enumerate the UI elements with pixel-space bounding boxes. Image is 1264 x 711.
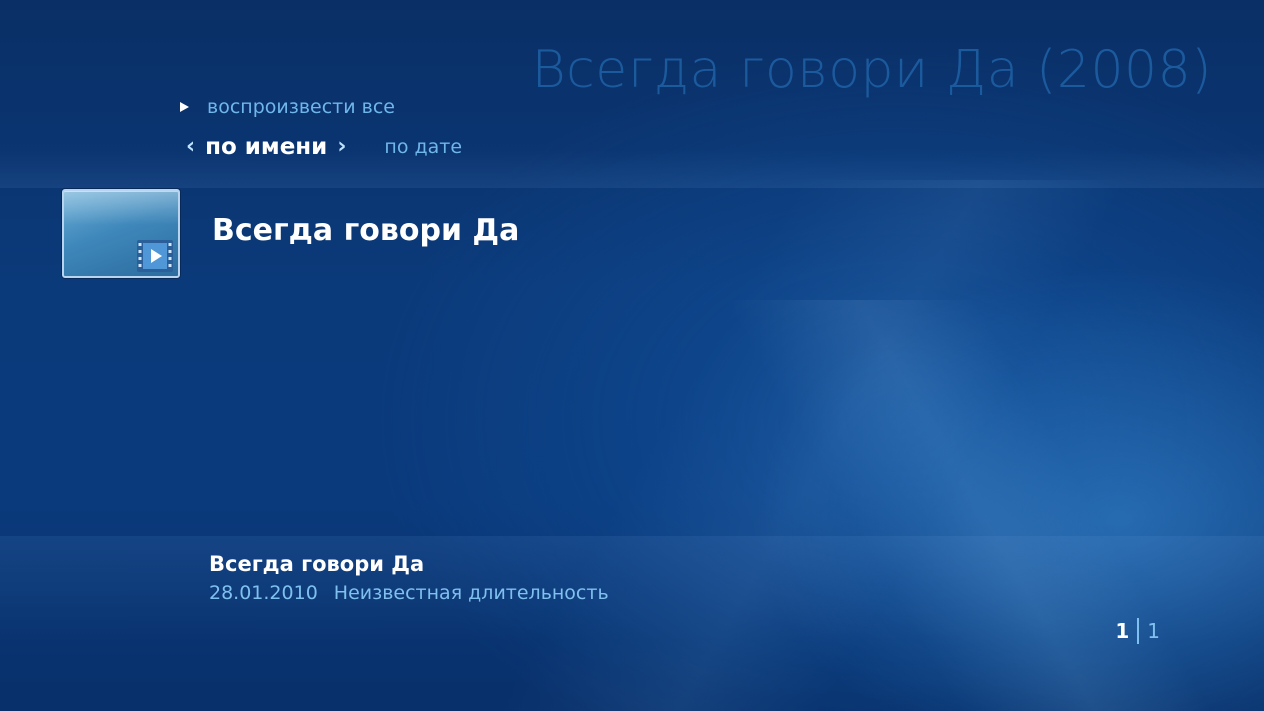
video-thumbnail (62, 189, 180, 278)
details-duration: Неизвестная длительность (333, 582, 609, 604)
chevron-right-icon[interactable]: › (337, 136, 346, 158)
item-title: Всегда говори Да (212, 213, 520, 248)
sort-active-label: по имени (205, 134, 328, 160)
video-file-icon (137, 240, 173, 272)
background-light-streak (600, 300, 1264, 711)
sort-by-date-button[interactable]: по дате (384, 136, 462, 158)
play-icon (180, 102, 189, 112)
details-meta: 28.01.2010 Неизвестная длительность (209, 582, 609, 604)
play-all-button[interactable]: воспроизвести все (180, 96, 395, 118)
thumbnail-gloss (64, 191, 178, 225)
chevron-left-icon[interactable]: ‹ (186, 136, 195, 158)
page-title: Всегда говори Да (2008) (531, 40, 1212, 100)
details-panel: Всегда говори Да 28.01.2010 Неизвестная … (209, 552, 609, 604)
sort-bar: ‹ по имени › по дате (186, 134, 462, 160)
details-band (0, 536, 1264, 711)
play-all-label: воспроизвести все (207, 96, 395, 118)
list-item[interactable]: Всегда говори Да (62, 189, 519, 278)
pager: 1 1 (1115, 618, 1160, 644)
pager-current: 1 (1115, 619, 1130, 643)
pager-total: 1 (1147, 619, 1160, 643)
pager-separator (1137, 618, 1140, 644)
sort-by-name-button[interactable]: ‹ по имени › (186, 134, 346, 160)
details-date: 28.01.2010 (209, 582, 318, 604)
details-title: Всегда говори Да (209, 552, 425, 576)
